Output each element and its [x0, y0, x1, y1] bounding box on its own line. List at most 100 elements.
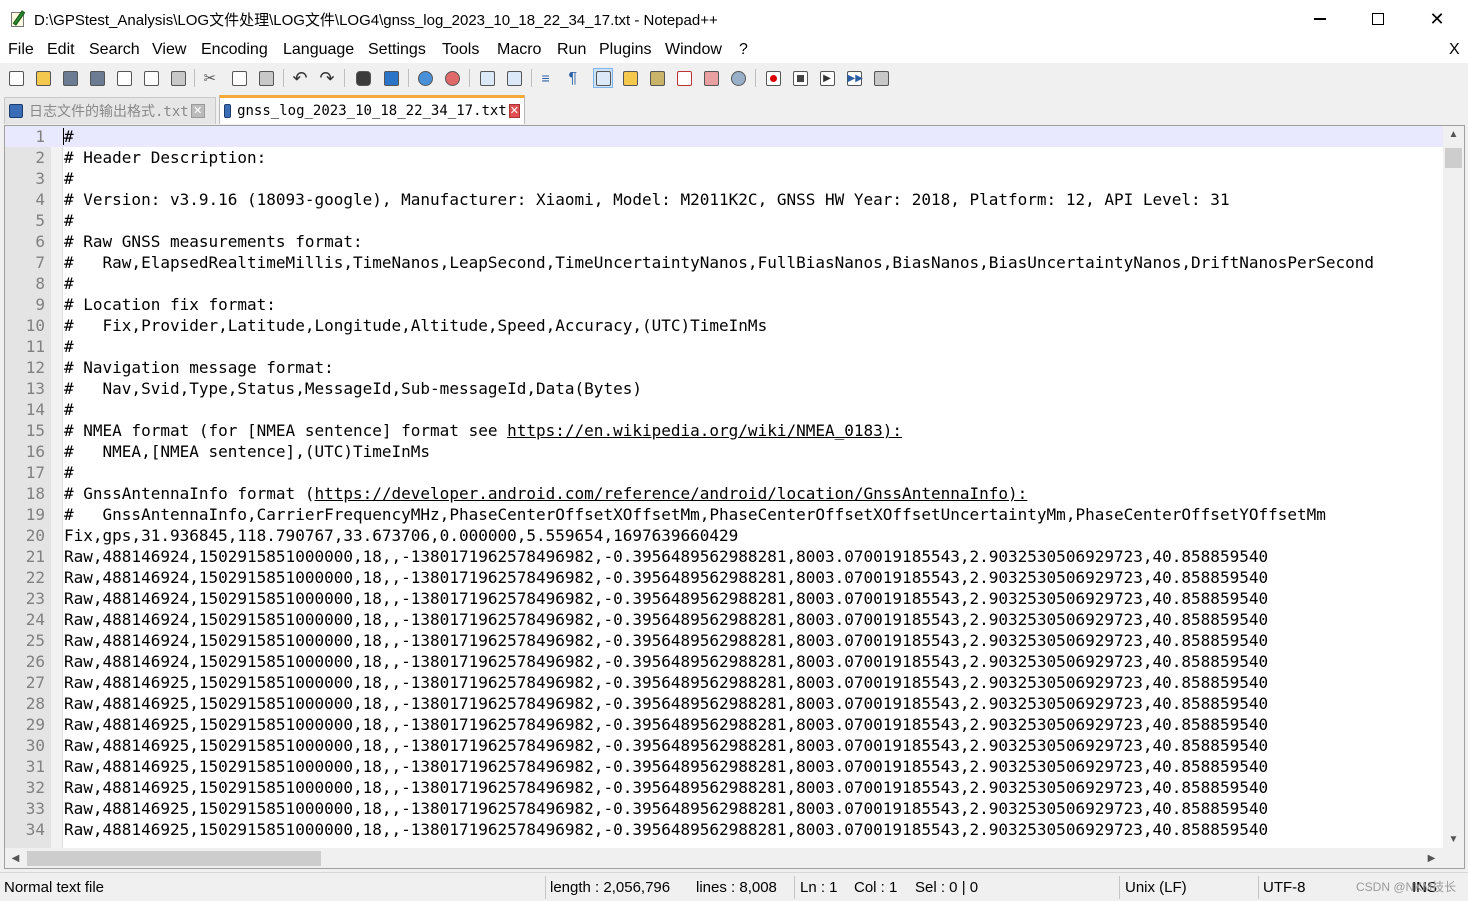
scroll-right-icon[interactable]: ▶ — [1423, 848, 1440, 868]
close-icon[interactable] — [114, 68, 134, 88]
editor-line[interactable]: 24 Raw,488146924,1502915851000000,18,,-13… — [5, 609, 1443, 630]
minimize-button[interactable] — [1291, 0, 1349, 38]
line-text[interactable]: # NMEA format (for [NMEA sentence] forma… — [64, 420, 902, 441]
line-text[interactable]: Raw,488146925,1502915851000000,18,,-1380… — [64, 777, 1268, 798]
line-text[interactable]: Fix,gps,31.936845,118.790767,33.673706,0… — [64, 525, 738, 546]
editor-line[interactable]: 5 # — [5, 210, 1443, 231]
user-language-icon[interactable] — [620, 68, 640, 88]
menu-edit[interactable]: Edit — [47, 41, 75, 59]
play-macro-icon[interactable]: ▶ — [817, 68, 837, 88]
editor-line[interactable]: 8 # — [5, 273, 1443, 294]
vertical-scroll-thumb[interactable] — [1445, 148, 1462, 168]
editor-line[interactable]: 3 # — [5, 168, 1443, 189]
close-document-button[interactable]: X — [1449, 41, 1460, 59]
line-text[interactable]: Raw,488146924,1502915851000000,18,,-1380… — [64, 630, 1268, 651]
line-text[interactable]: # — [64, 399, 74, 420]
word-wrap-icon[interactable]: ≡ — [539, 68, 559, 88]
paste-icon[interactable] — [256, 68, 276, 88]
editor-line[interactable]: 14 # — [5, 399, 1443, 420]
line-text[interactable]: # GnssAntennaInfo,CarrierFrequencyMHz,Ph… — [64, 504, 1326, 525]
editor-line[interactable]: 23 Raw,488146924,1502915851000000,18,,-13… — [5, 588, 1443, 609]
cut-icon[interactable]: ✂ — [201, 68, 221, 88]
line-text[interactable]: Raw,488146925,1502915851000000,18,,-1380… — [64, 819, 1268, 840]
url-link[interactable]: https://en.wikipedia.org/wiki/NMEA_0183)… — [507, 421, 902, 440]
editor-line[interactable]: 29 Raw,488146925,1502915851000000,18,,-13… — [5, 714, 1443, 735]
line-text[interactable]: # GnssAntennaInfo format (https://develo… — [64, 483, 1027, 504]
line-text[interactable]: Raw,488146924,1502915851000000,18,,-1380… — [64, 567, 1268, 588]
editor-line[interactable]: 10 # Fix,Provider,Latitude,Longitude,Alti… — [5, 315, 1443, 336]
menu-plugins[interactable]: Plugins — [599, 41, 651, 59]
menu-search[interactable]: Search — [89, 41, 140, 59]
save-all-icon[interactable] — [87, 68, 107, 88]
menu-encoding[interactable]: Encoding — [201, 41, 268, 59]
scroll-left-icon[interactable]: ◀ — [7, 848, 24, 868]
editor-line[interactable]: 33 Raw,488146925,1502915851000000,18,,-13… — [5, 798, 1443, 819]
editor-line[interactable]: 11 # — [5, 336, 1443, 357]
editor-line[interactable]: 9 # Location fix format: — [5, 294, 1443, 315]
redo-icon[interactable]: ↷ — [317, 68, 337, 88]
line-text[interactable]: # — [64, 168, 74, 189]
scroll-down-icon[interactable]: ▼ — [1443, 831, 1464, 848]
line-text[interactable]: # Location fix format: — [64, 294, 276, 315]
monitoring-icon[interactable] — [728, 68, 748, 88]
line-text[interactable]: Raw,488146925,1502915851000000,18,,-1380… — [64, 693, 1268, 714]
print-icon[interactable] — [168, 68, 188, 88]
line-text[interactable]: Raw,488146924,1502915851000000,18,,-1380… — [64, 609, 1268, 630]
find-icon[interactable] — [353, 68, 373, 88]
menu-settings[interactable]: Settings — [368, 41, 426, 59]
line-text[interactable]: # Header Description: — [64, 147, 266, 168]
maximize-button[interactable] — [1349, 0, 1407, 38]
replace-icon[interactable] — [381, 68, 401, 88]
menu-view[interactable]: View — [152, 41, 186, 59]
url-link[interactable]: https://developer.android.com/reference/… — [314, 484, 1027, 503]
tab-gnss-log[interactable]: gnss_log_2023_10_18_22_34_17.txt ✕ — [219, 95, 525, 124]
horizontal-scrollbar[interactable]: ◀ ▶ — [5, 848, 1443, 868]
line-text[interactable]: Raw,488146924,1502915851000000,18,,-1380… — [64, 651, 1268, 672]
line-text[interactable]: Raw,488146925,1502915851000000,18,,-1380… — [64, 672, 1268, 693]
line-text[interactable]: # Raw,ElapsedRealtimeMillis,TimeNanos,Le… — [64, 252, 1374, 273]
line-text[interactable]: # — [64, 336, 74, 357]
line-text[interactable]: # — [63, 126, 74, 147]
stop-macro-icon[interactable] — [790, 68, 810, 88]
editor-line[interactable]: 18 # GnssAntennaInfo format (https://deve… — [5, 483, 1443, 504]
vertical-scrollbar[interactable]: ▲ ▼ — [1443, 126, 1464, 848]
record-macro-icon[interactable] — [763, 68, 783, 88]
menu-language[interactable]: Language — [283, 41, 354, 59]
close-window-button[interactable]: ✕ — [1408, 0, 1466, 38]
line-text[interactable]: # Version: v3.9.16 (18093-google), Manuf… — [64, 189, 1230, 210]
editor-line[interactable]: 26 Raw,488146924,1502915851000000,18,,-13… — [5, 651, 1443, 672]
save-macro-icon[interactable] — [871, 68, 891, 88]
line-text[interactable]: # Fix,Provider,Latitude,Longitude,Altitu… — [64, 315, 767, 336]
tab-close-icon[interactable]: ✕ — [508, 104, 520, 118]
line-text[interactable]: # — [64, 462, 74, 483]
editor-line[interactable]: 21 Raw,488146924,1502915851000000,18,,-13… — [5, 546, 1443, 567]
sync-vertical-icon[interactable] — [477, 68, 497, 88]
line-text[interactable]: Raw,488146925,1502915851000000,18,,-1380… — [64, 735, 1268, 756]
editor-line[interactable]: 30 Raw,488146925,1502915851000000,18,,-13… — [5, 735, 1443, 756]
indent-guide-icon[interactable] — [593, 68, 613, 88]
new-file-icon[interactable] — [6, 68, 26, 88]
line-text[interactable]: # — [64, 273, 74, 294]
editor-line[interactable]: 13 # Nav,Svid,Type,Status,MessageId,Sub-m… — [5, 378, 1443, 399]
horizontal-scroll-thumb[interactable] — [27, 851, 321, 866]
editor-line[interactable]: 15 # NMEA format (for [NMEA sentence] for… — [5, 420, 1443, 441]
line-text[interactable]: # NMEA,[NMEA sentence],(UTC)TimeInMs — [64, 441, 430, 462]
line-text[interactable]: # Raw GNSS measurements format: — [64, 231, 363, 252]
folder-workspace-icon[interactable] — [701, 68, 721, 88]
menu-macro[interactable]: Macro — [497, 41, 541, 59]
text-area[interactable]: 1 #2 # Header Description: 3 #4 # Version: v3… — [5, 126, 1443, 848]
editor-line[interactable]: 32 Raw,488146925,1502915851000000,18,,-13… — [5, 777, 1443, 798]
menu-tools[interactable]: Tools — [442, 41, 479, 59]
open-file-icon[interactable] — [33, 68, 53, 88]
editor-line[interactable]: 2 # Header Description: — [5, 147, 1443, 168]
editor-line[interactable]: 20 Fix,gps,31.936845,118.790767,33.673706… — [5, 525, 1443, 546]
scroll-up-icon[interactable]: ▲ — [1443, 126, 1464, 143]
zoom-out-icon[interactable] — [442, 68, 462, 88]
editor-line[interactable]: 34 Raw,488146925,1502915851000000,18,,-13… — [5, 819, 1443, 840]
line-text[interactable]: Raw,488146925,1502915851000000,18,,-1380… — [64, 756, 1268, 777]
line-text[interactable]: Raw,488146925,1502915851000000,18,,-1380… — [64, 714, 1268, 735]
document-map-icon[interactable] — [647, 68, 667, 88]
editor-line[interactable]: 28 Raw,488146925,1502915851000000,18,,-13… — [5, 693, 1443, 714]
run-macro-multiple-icon[interactable]: ▶▶ — [844, 68, 864, 88]
function-list-icon[interactable] — [674, 68, 694, 88]
